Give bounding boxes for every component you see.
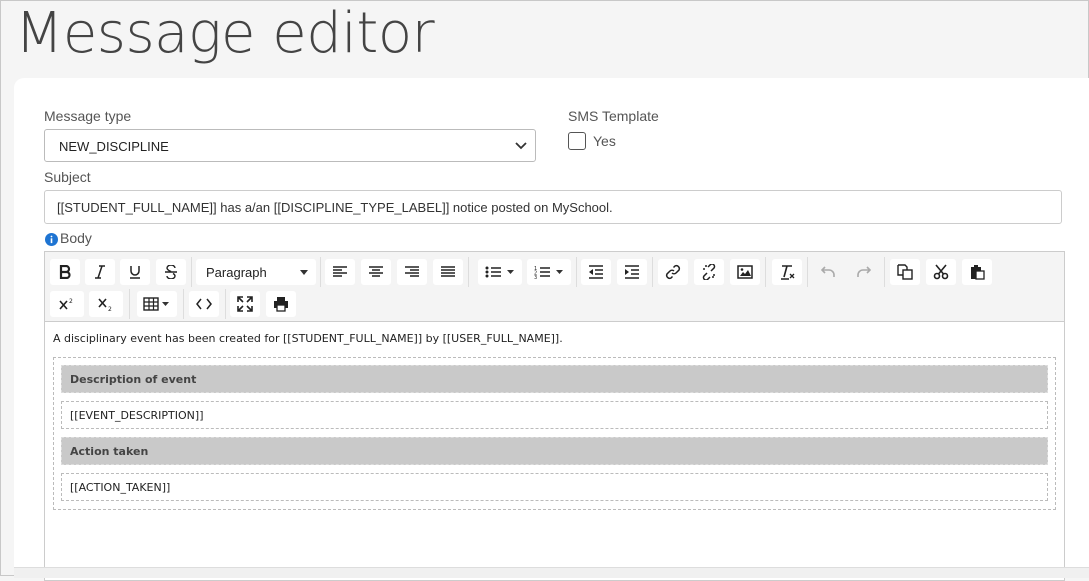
cut-button[interactable] bbox=[926, 259, 956, 285]
underline-icon bbox=[130, 266, 140, 279]
bold-icon bbox=[59, 265, 71, 279]
editor-toolbar: Paragraph 123 2 2 bbox=[45, 252, 1064, 322]
italic-icon bbox=[95, 265, 105, 279]
fullscreen-icon bbox=[237, 296, 253, 312]
cut-icon bbox=[933, 264, 949, 280]
bold-button[interactable] bbox=[50, 259, 80, 285]
strikethrough-icon bbox=[165, 265, 177, 279]
clear-format-icon bbox=[781, 265, 795, 280]
image-icon bbox=[737, 265, 753, 279]
svg-text:2: 2 bbox=[69, 298, 73, 305]
clear-formatting-button[interactable] bbox=[772, 259, 802, 285]
message-form-card: Message type NEW_DISCIPLINE SMS Template… bbox=[14, 78, 1089, 581]
table-cell: [[EVENT_DESCRIPTION]] bbox=[61, 401, 1048, 429]
toolbar-separator bbox=[765, 257, 766, 287]
undo-button[interactable] bbox=[813, 259, 843, 285]
table-button[interactable] bbox=[137, 291, 177, 317]
redo-icon bbox=[857, 266, 871, 277]
superscript-button[interactable]: 2 bbox=[50, 291, 84, 317]
strikethrough-button[interactable] bbox=[156, 259, 186, 285]
toolbar-separator bbox=[225, 289, 226, 319]
paste-button[interactable] bbox=[962, 259, 992, 285]
subject-label: Subject bbox=[44, 169, 91, 185]
paragraph-format-value: Paragraph bbox=[206, 264, 267, 280]
subscript-icon: 2 bbox=[98, 298, 112, 311]
footer-strip bbox=[14, 567, 1089, 578]
toolbar-separator bbox=[468, 257, 469, 287]
table-cell: [[ACTION_TAKEN]] bbox=[61, 473, 1048, 501]
numbered-list-button[interactable]: 123 bbox=[527, 259, 571, 285]
message-type-select[interactable]: NEW_DISCIPLINE bbox=[44, 129, 536, 162]
undo-icon bbox=[821, 266, 835, 277]
toolbar-separator bbox=[320, 257, 321, 287]
print-icon bbox=[274, 297, 288, 312]
outdent-icon bbox=[589, 265, 603, 279]
copy-button[interactable] bbox=[890, 259, 920, 285]
bullet-list-icon bbox=[485, 266, 514, 278]
print-button[interactable] bbox=[266, 291, 296, 317]
align-justify-button[interactable] bbox=[433, 259, 463, 285]
superscript-icon: 2 bbox=[59, 298, 73, 310]
toolbar-separator bbox=[807, 257, 808, 287]
svg-text:2: 2 bbox=[108, 306, 112, 311]
page-title: Message editor bbox=[15, 1, 435, 66]
message-type-label: Message type bbox=[44, 108, 132, 124]
align-center-icon bbox=[369, 266, 383, 277]
info-icon[interactable] bbox=[45, 233, 58, 246]
chevron-down-icon bbox=[515, 142, 527, 150]
body-intro-text: A disciplinary event has been created fo… bbox=[53, 332, 563, 345]
unlink-icon bbox=[702, 264, 716, 280]
image-button[interactable] bbox=[730, 259, 760, 285]
align-justify-icon bbox=[441, 266, 455, 277]
paste-icon bbox=[971, 265, 985, 280]
sms-template-checkbox[interactable] bbox=[568, 132, 586, 150]
align-right-icon bbox=[405, 266, 419, 277]
table-header-cell: Action taken bbox=[61, 437, 1048, 465]
fullscreen-button[interactable] bbox=[230, 291, 260, 317]
subscript-button[interactable]: 2 bbox=[89, 291, 123, 317]
source-code-button[interactable] bbox=[189, 291, 219, 317]
paragraph-format-dropdown[interactable]: Paragraph bbox=[196, 259, 316, 285]
link-button[interactable] bbox=[658, 259, 688, 285]
table-header-cell: Description of event bbox=[61, 365, 1048, 393]
copy-icon bbox=[897, 264, 913, 280]
sms-template-label: SMS Template bbox=[568, 108, 659, 124]
italic-button[interactable] bbox=[85, 259, 115, 285]
caret-down-icon bbox=[300, 270, 308, 275]
unlink-button[interactable] bbox=[694, 259, 724, 285]
source-code-icon bbox=[196, 298, 212, 310]
link-icon bbox=[665, 264, 681, 280]
body-label: Body bbox=[60, 230, 92, 246]
sms-template-yes-label: Yes bbox=[593, 133, 616, 149]
table-icon bbox=[143, 297, 169, 311]
bullet-list-button[interactable] bbox=[478, 259, 522, 285]
outdent-button[interactable] bbox=[581, 259, 611, 285]
rich-text-editor[interactable]: Paragraph 123 2 2 A disciplinary event h… bbox=[44, 251, 1065, 581]
svg-text:3: 3 bbox=[534, 275, 537, 279]
redo-button[interactable] bbox=[849, 259, 879, 285]
indent-button[interactable] bbox=[617, 259, 647, 285]
toolbar-separator bbox=[191, 257, 192, 287]
toolbar-separator bbox=[576, 257, 577, 287]
indent-icon bbox=[625, 265, 639, 279]
underline-button[interactable] bbox=[120, 259, 150, 285]
align-left-button[interactable] bbox=[325, 259, 355, 285]
align-center-button[interactable] bbox=[361, 259, 391, 285]
toolbar-separator bbox=[129, 289, 130, 319]
toolbar-separator bbox=[652, 257, 653, 287]
toolbar-separator bbox=[884, 257, 885, 287]
numbered-list-icon: 123 bbox=[534, 266, 563, 279]
subject-input[interactable]: [[STUDENT_FULL_NAME]] has a/an [[DISCIPL… bbox=[44, 190, 1062, 224]
toolbar-separator bbox=[183, 289, 184, 319]
align-left-icon bbox=[333, 266, 347, 277]
message-type-value: NEW_DISCIPLINE bbox=[59, 139, 169, 154]
body-table: Description of event [[EVENT_DESCRIPTION… bbox=[53, 357, 1056, 510]
align-right-button[interactable] bbox=[397, 259, 427, 285]
